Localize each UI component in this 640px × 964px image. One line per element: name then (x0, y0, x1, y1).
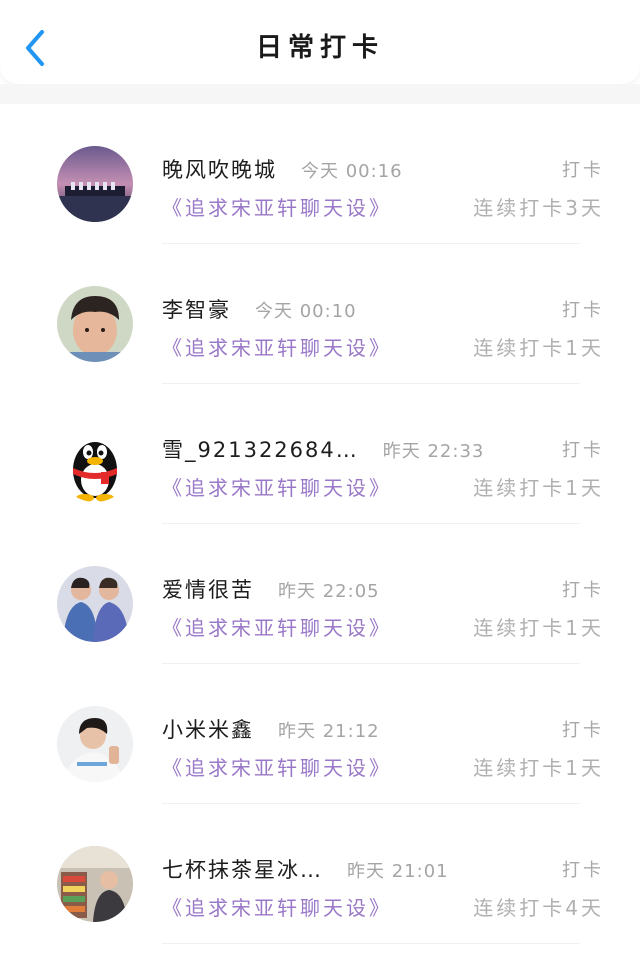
boy-photo-avatar[interactable] (57, 286, 133, 362)
list-item[interactable]: 李智豪 今天 00:10 打卡 《追求宋亚轩聊天设》 连续打卡1天 (0, 244, 640, 384)
checkin-label: 打卡 (562, 440, 604, 461)
checkin-label: 打卡 (562, 720, 604, 741)
list-item[interactable]: 爱情很苦 昨天 22:05 打卡 《追求宋亚轩聊天设》 连续打卡1天 (0, 524, 640, 664)
user-name: 爱情很苦 昨天 22:05 (162, 578, 380, 602)
timestamp: 昨天 21:01 (347, 861, 449, 882)
streak-text: 连续打卡4天 (473, 896, 604, 920)
user-name: 小米米鑫 昨天 21:12 (162, 718, 380, 742)
two-people-avatar[interactable] (57, 566, 133, 642)
timestamp: 昨天 22:33 (382, 441, 485, 462)
streak-text: 连续打卡1天 (473, 756, 604, 780)
user-name: 晚风吹晚城 今天 00:16 (162, 158, 403, 182)
qq-penguin-avatar[interactable] (57, 426, 133, 502)
topic-link[interactable]: 《追求宋亚轩聊天设》 (162, 612, 392, 641)
streak-text: 连续打卡3天 (473, 196, 604, 220)
divider (162, 943, 580, 944)
list-item[interactable]: 晚风吹晚城 今天 00:16 打卡 《追求宋亚轩聊天设》 连续打卡3天 (0, 104, 640, 244)
streak-text: 连续打卡1天 (473, 476, 604, 500)
checkin-label: 打卡 (562, 580, 604, 601)
streak-text: 连续打卡1天 (473, 336, 604, 360)
list-item[interactable]: 雪_921322684… 昨天 22:33 打卡 《追求宋亚轩聊天设》 连续打卡1… (0, 384, 640, 524)
checkin-label: 打卡 (562, 160, 604, 181)
topic-link[interactable]: 《追求宋亚轩聊天设》 (162, 752, 392, 781)
timestamp: 今天 00:10 (255, 301, 357, 322)
topic-link[interactable]: 《追求宋亚轩聊天设》 (162, 192, 392, 221)
timestamp: 昨天 21:12 (278, 721, 380, 742)
concert-stage-avatar[interactable] (57, 146, 133, 222)
user-name: 李智豪 今天 00:10 (162, 298, 357, 322)
timestamp: 今天 00:16 (301, 161, 403, 182)
checkin-label: 打卡 (562, 300, 604, 321)
person-photo-avatar[interactable] (57, 706, 133, 782)
page-title: 日常打卡 (255, 33, 384, 63)
topic-link[interactable]: 《追求宋亚轩聊天设》 (162, 892, 392, 921)
list-item[interactable]: 小米米鑫 昨天 21:12 打卡 《追求宋亚轩聊天设》 连续打卡1天 (0, 664, 640, 804)
timestamp: 昨天 22:05 (278, 581, 380, 602)
checkin-list: 晚风吹晚城 今天 00:16 打卡 《追求宋亚轩聊天设》 连续打卡3天 李智豪 今天… (0, 104, 640, 944)
topic-link[interactable]: 《追求宋亚轩聊天设》 (162, 332, 392, 361)
top-bar: 日常打卡 (0, 0, 640, 84)
store-photo-avatar[interactable] (57, 846, 133, 922)
topic-link[interactable]: 《追求宋亚轩聊天设》 (162, 472, 392, 501)
user-name: 七杯抹茶星冰… 昨天 21:01 (162, 858, 449, 882)
header-separator (0, 84, 640, 104)
streak-text: 连续打卡1天 (473, 616, 604, 640)
list-item[interactable]: 七杯抹茶星冰… 昨天 21:01 打卡 《追求宋亚轩聊天设》 连续打卡4天 (0, 804, 640, 944)
checkin-label: 打卡 (562, 860, 604, 881)
user-name: 雪_921322684… 昨天 22:33 (162, 438, 485, 462)
